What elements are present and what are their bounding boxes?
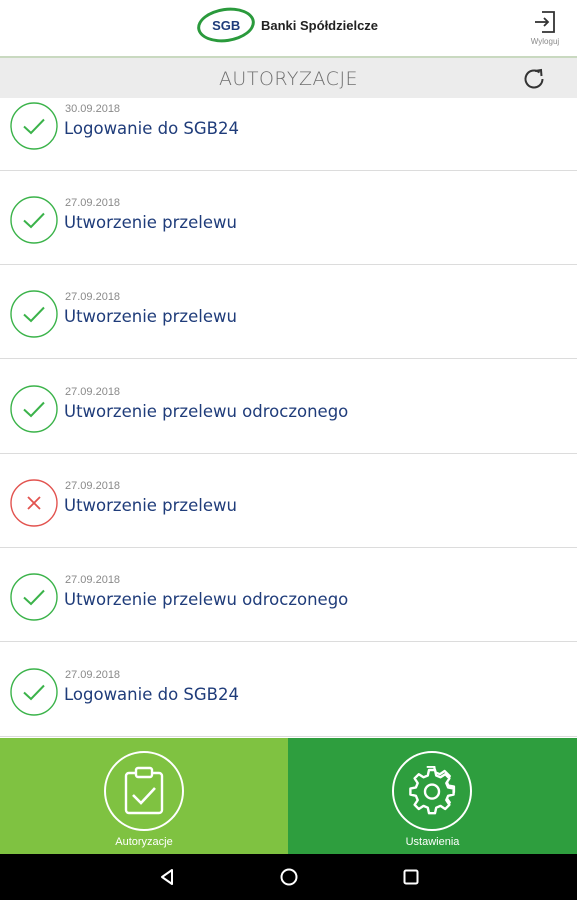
logout-icon (535, 11, 555, 33)
back-icon[interactable] (157, 867, 177, 887)
status-success (10, 196, 58, 244)
status-success (10, 385, 58, 433)
item-title: Utworzenie przelewu odroczonego (64, 402, 349, 421)
item-title: Utworzenie przelewu (64, 213, 237, 232)
item-date: 27.09.2018 (65, 386, 121, 398)
item-title: Utworzenie przelewu (64, 307, 237, 326)
page-title: AUTORYZACJE (218, 68, 359, 90)
home-icon[interactable] (279, 867, 299, 887)
list-item[interactable]: 27.09.2018 Utworzenie przelewu odroczone… (0, 360, 577, 454)
section-titlebar: AUTORYZACJE (0, 58, 577, 98)
status-rejected (10, 479, 58, 527)
tab-authorizations[interactable]: Autoryzacje (0, 738, 288, 854)
x-icon (10, 479, 58, 527)
tab-settings-label: Ustawienia (405, 836, 460, 848)
clipboard-check-icon (124, 766, 164, 815)
settings-icon-circle (392, 751, 472, 831)
list-item[interactable]: 30.09.2018 Logowanie do SGB24 (0, 98, 577, 171)
status-success (10, 290, 58, 338)
tab-settings[interactable]: Ustawienia (288, 738, 577, 854)
recents-icon[interactable] (401, 867, 421, 887)
list-item[interactable]: 27.09.2018 Utworzenie przelewu (0, 265, 577, 359)
refresh-icon[interactable] (521, 66, 547, 92)
logo-mark-text: SGB (211, 17, 241, 33)
item-title: Utworzenie przelewu odroczonego (64, 590, 349, 609)
check-icon (10, 668, 58, 716)
list-item[interactable]: 27.09.2018 Logowanie do SGB24 (0, 643, 577, 737)
bottom-navigation: Autoryzacje Ustawienia (0, 738, 577, 854)
check-icon (10, 385, 58, 433)
item-date: 27.09.2018 (65, 197, 121, 209)
app-header: SGB Banki Spółdzielcze Wyloguj (0, 0, 577, 58)
item-date: 27.09.2018 (65, 480, 121, 492)
system-navigation-bar (0, 854, 577, 900)
list-item[interactable]: 27.09.2018 Utworzenie przelewu odroczone… (0, 548, 577, 642)
item-date: 30.09.2018 (65, 103, 121, 115)
status-success (10, 102, 58, 150)
check-icon (10, 290, 58, 338)
item-date: 27.09.2018 (65, 291, 121, 303)
tab-authorizations-label: Autoryzacje (115, 836, 173, 848)
logout-label: Wyloguj (530, 37, 560, 46)
item-date: 27.09.2018 (65, 574, 121, 586)
authorizations-icon-circle (104, 751, 184, 831)
logout-button[interactable]: Wyloguj (525, 10, 565, 52)
logo-mark: SGB (194, 4, 258, 46)
item-title: Logowanie do SGB24 (64, 685, 239, 704)
list-item[interactable]: 27.09.2018 Utworzenie przelewu (0, 171, 577, 265)
authorization-list: 30.09.2018 Logowanie do SGB24 27.09.2018… (0, 98, 577, 738)
check-icon (10, 102, 58, 150)
status-success (10, 668, 58, 716)
status-success (10, 573, 58, 621)
list-item[interactable]: 27.09.2018 Utworzenie przelewu (0, 454, 577, 548)
item-title: Utworzenie przelewu (64, 496, 237, 515)
check-icon (10, 573, 58, 621)
gear-icon (409, 766, 456, 815)
check-icon (10, 196, 58, 244)
item-title: Logowanie do SGB24 (64, 119, 239, 138)
logo-text: Banki Spółdzielcze (261, 17, 379, 33)
item-date: 27.09.2018 (65, 669, 121, 681)
bank-logo: SGB Banki Spółdzielcze (194, 4, 379, 46)
